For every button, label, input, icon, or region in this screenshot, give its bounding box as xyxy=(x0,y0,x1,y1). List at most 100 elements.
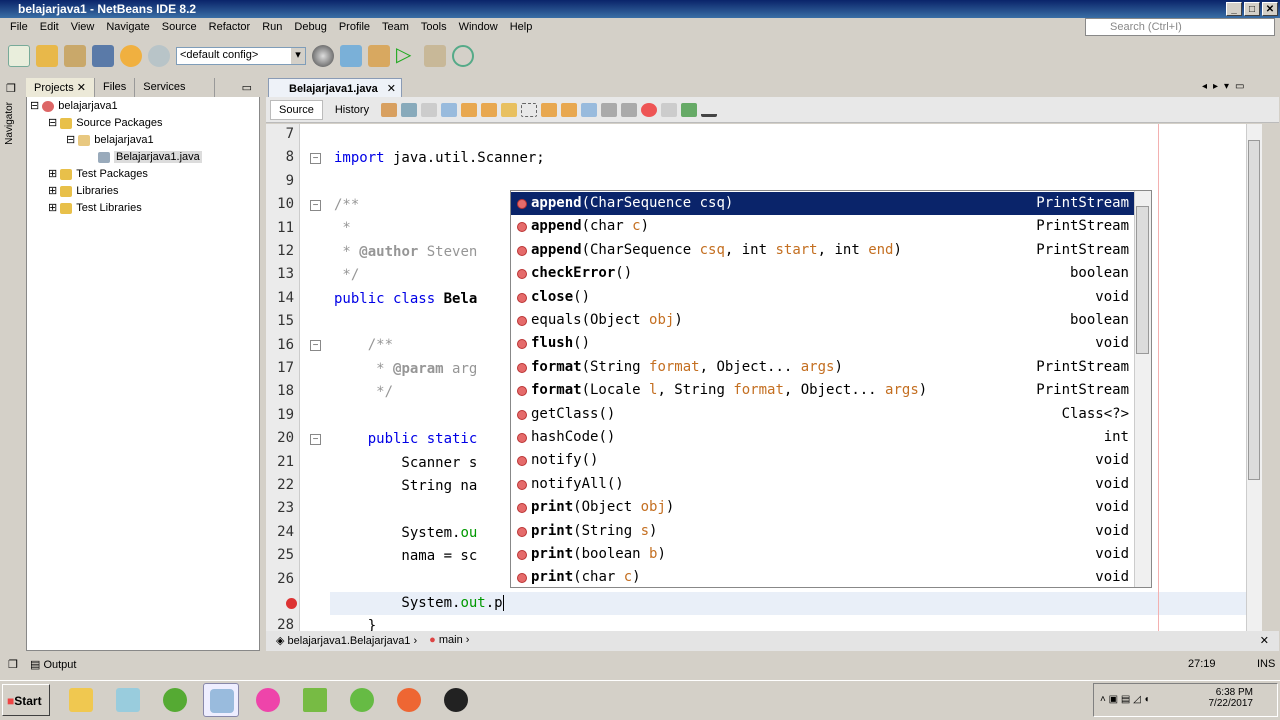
editor-tab[interactable]: Belajarjava1.java ✕ xyxy=(268,78,402,97)
notepad-icon[interactable] xyxy=(110,683,146,717)
tab-source[interactable]: Source xyxy=(270,99,323,120)
tab-services[interactable]: Services xyxy=(135,78,216,97)
menu-profile[interactable]: Profile xyxy=(333,21,376,38)
debug-icon[interactable] xyxy=(424,45,446,67)
fold-toggle[interactable]: − xyxy=(310,200,321,211)
tab-files[interactable]: Files xyxy=(95,78,136,97)
tree-item[interactable]: ⊟ Source Packages xyxy=(30,115,202,132)
menu-navigate[interactable]: Navigate xyxy=(100,21,155,38)
find-previous-icon[interactable] xyxy=(461,102,478,117)
minimize-button[interactable]: _ xyxy=(1226,2,1242,16)
fold-toggle[interactable]: − xyxy=(310,340,321,351)
tree-item[interactable]: ⊞ Test Packages xyxy=(30,166,202,183)
output-tab[interactable]: ▤ Output xyxy=(30,658,76,671)
open-project-icon[interactable] xyxy=(64,45,86,67)
completion-item[interactable]: print(String s) void xyxy=(511,520,1135,543)
completion-item[interactable]: append(char c) PrintStream xyxy=(511,215,1135,238)
completion-item[interactable]: equals(Object obj) boolean xyxy=(511,309,1135,332)
android-studio-icon[interactable] xyxy=(344,683,380,717)
save-all-icon[interactable] xyxy=(92,45,114,67)
completion-item[interactable]: print(Object obj) void xyxy=(511,496,1135,519)
menu-source[interactable]: Source xyxy=(156,21,203,38)
tray-icons[interactable]: ˄ ▣ ▤ ◿ ◖ xyxy=(1100,694,1150,705)
error-icon[interactable] xyxy=(286,598,297,609)
toggle-highlight-icon[interactable] xyxy=(501,102,518,117)
close-breadcrumb-icon[interactable]: ✕ xyxy=(1260,634,1269,651)
start-macro-icon[interactable] xyxy=(641,102,658,117)
build-hammer-icon[interactable] xyxy=(340,45,362,67)
tab-history[interactable]: History xyxy=(327,101,377,119)
tab-projects[interactable]: Projects ✕ xyxy=(26,78,96,97)
completion-item[interactable]: notifyAll() void xyxy=(511,473,1135,496)
undo-icon[interactable] xyxy=(120,45,142,67)
find-next-icon[interactable] xyxy=(481,102,498,117)
profile-icon[interactable] xyxy=(452,45,474,67)
menu-team[interactable]: Team xyxy=(376,21,415,38)
minimize-panel-icon[interactable]: ▭ xyxy=(234,78,260,97)
firefox-icon[interactable] xyxy=(391,683,427,717)
tree-item[interactable]: ⊞ Test Libraries xyxy=(30,200,202,217)
last-edit-icon[interactable] xyxy=(381,102,398,117)
navigator-tab[interactable]: Navigator xyxy=(4,102,15,145)
editor-scroll-thumb[interactable] xyxy=(1248,140,1260,480)
completion-item[interactable]: format(String format, Object... args) Pri… xyxy=(511,356,1135,379)
uncomment-icon[interactable] xyxy=(701,103,718,117)
start-button[interactable]: ■Start xyxy=(2,684,50,716)
completion-item[interactable]: format(Locale l, String format, Object..… xyxy=(511,379,1135,402)
completion-item[interactable]: print(char c) void xyxy=(511,566,1135,589)
netbeans-icon[interactable] xyxy=(203,683,239,717)
completion-item[interactable]: checkError() boolean xyxy=(511,262,1135,285)
config-select[interactable]: <default config> xyxy=(176,47,306,65)
completion-item[interactable]: getClass() Class<?> xyxy=(511,403,1135,426)
completion-item[interactable]: close() void xyxy=(511,286,1135,309)
tab-nav-buttons[interactable]: ◂▸▾▭ xyxy=(1202,81,1251,92)
menu-debug[interactable]: Debug xyxy=(288,21,332,38)
restore-icon[interactable]: ❐ xyxy=(6,82,16,95)
menu-view[interactable]: View xyxy=(65,21,101,38)
fold-toggle[interactable]: − xyxy=(310,434,321,445)
menu-file[interactable]: File xyxy=(4,21,34,38)
menu-help[interactable]: Help xyxy=(504,21,539,38)
new-file-icon[interactable] xyxy=(8,45,30,67)
prev-bookmark-icon[interactable] xyxy=(541,102,558,117)
menu-refactor[interactable]: Refactor xyxy=(203,21,257,38)
shift-left-icon[interactable] xyxy=(601,102,618,117)
restore-icon[interactable]: ❐ xyxy=(8,658,18,671)
redo-icon[interactable] xyxy=(148,45,170,67)
tree-item[interactable]: ⊞ Libraries xyxy=(30,183,202,200)
menu-tools[interactable]: Tools xyxy=(415,21,453,38)
forward-icon[interactable] xyxy=(421,102,438,117)
close-button[interactable]: ✕ xyxy=(1262,2,1278,16)
menu-edit[interactable]: Edit xyxy=(34,21,65,38)
toggle-rect-select-icon[interactable] xyxy=(521,102,538,117)
completion-item[interactable]: hashCode() int xyxy=(511,426,1135,449)
completion-scroll-thumb[interactable] xyxy=(1136,206,1149,354)
completion-item[interactable]: print(boolean b) void xyxy=(511,543,1135,566)
completion-item[interactable]: notify() void xyxy=(511,449,1135,472)
toggle-bookmark-icon[interactable] xyxy=(581,102,598,117)
comment-icon[interactable] xyxy=(681,102,698,117)
find-icon[interactable] xyxy=(441,102,458,117)
obs-icon[interactable] xyxy=(438,683,474,717)
shift-right-icon[interactable] xyxy=(621,102,638,117)
fold-toggle[interactable]: − xyxy=(310,153,321,164)
completion-item[interactable]: append(CharSequence csq, int start, int … xyxy=(511,239,1135,262)
tree-item[interactable]: ⊟ belajarjava1 xyxy=(30,132,202,149)
clean-build-icon[interactable] xyxy=(368,45,390,67)
back-icon[interactable] xyxy=(401,102,418,117)
new-project-icon[interactable] xyxy=(36,45,58,67)
breadcrumb-method[interactable]: ● main › xyxy=(429,634,469,651)
wamp-icon[interactable] xyxy=(250,683,286,717)
search-input[interactable]: Search (Ctrl+I) xyxy=(1085,18,1275,36)
completion-item[interactable]: flush() void xyxy=(511,332,1135,355)
coreldraw-icon[interactable] xyxy=(157,683,193,717)
tree-item[interactable]: ⊟ belajarjava1 xyxy=(30,98,202,115)
run-icon[interactable]: ▷ xyxy=(396,45,418,67)
breadcrumb-class[interactable]: ◈ belajarjava1.Belajarjava1 › xyxy=(276,634,417,651)
menu-run[interactable]: Run xyxy=(256,21,288,38)
next-bookmark-icon[interactable] xyxy=(561,102,578,117)
explorer-icon[interactable] xyxy=(63,683,99,717)
stop-macro-icon[interactable] xyxy=(661,102,678,117)
tree-item-selected[interactable]: Belajarjava1.java xyxy=(30,149,202,166)
menu-window[interactable]: Window xyxy=(453,21,504,38)
